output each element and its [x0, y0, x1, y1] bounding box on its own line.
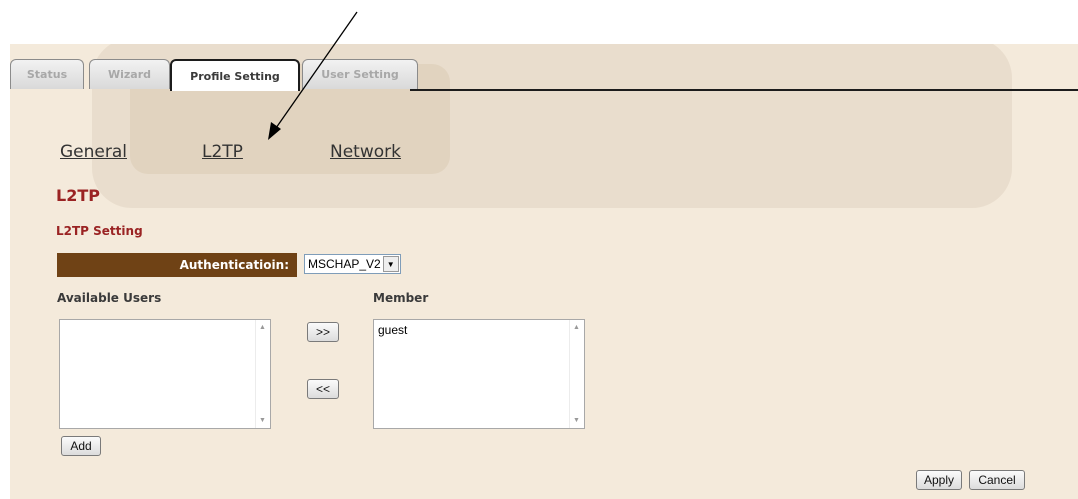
authentication-select[interactable]: MSCHAP_V2 ▼ [304, 254, 401, 274]
available-users-scrollbar[interactable]: ▲ ▼ [255, 320, 270, 428]
list-item[interactable]: guest [374, 320, 584, 340]
apply-button[interactable]: Apply [916, 470, 962, 490]
page-title: L2TP [56, 186, 100, 205]
tab-bar: Status Wizard Profile Setting User Setti… [10, 59, 1078, 91]
authentication-select-value: MSCHAP_V2 [308, 257, 381, 271]
subnav-l2tp[interactable]: L2TP [202, 142, 243, 162]
available-users-list[interactable]: ▲ ▼ [59, 319, 271, 429]
subnav-general[interactable]: General [60, 142, 127, 162]
move-left-button[interactable]: << [307, 379, 339, 399]
subnav-network[interactable]: Network [330, 142, 401, 162]
available-users-label: Available Users [57, 291, 162, 305]
move-right-button[interactable]: >> [307, 322, 339, 342]
tab-wizard[interactable]: Wizard [89, 59, 170, 89]
tab-underline [410, 89, 1078, 91]
chevron-down-icon[interactable]: ▼ [382, 256, 399, 272]
cancel-button[interactable]: Cancel [969, 470, 1025, 490]
add-button[interactable]: Add [61, 436, 101, 456]
tab-status[interactable]: Status [10, 59, 84, 89]
scroll-down-icon[interactable]: ▼ [259, 417, 266, 424]
section-subtitle: L2TP Setting [56, 224, 143, 238]
member-label: Member [373, 291, 429, 305]
authentication-label: Authenticatioin: [57, 253, 297, 277]
scroll-up-icon[interactable]: ▲ [573, 324, 580, 331]
scroll-up-icon[interactable]: ▲ [259, 324, 266, 331]
member-list[interactable]: guest ▲ ▼ [373, 319, 585, 429]
tab-user-setting[interactable]: User Setting [302, 59, 418, 89]
member-scrollbar[interactable]: ▲ ▼ [569, 320, 584, 428]
main-panel: Status Wizard Profile Setting User Setti… [10, 44, 1078, 499]
tab-profile-setting[interactable]: Profile Setting [170, 59, 300, 91]
scroll-down-icon[interactable]: ▼ [573, 417, 580, 424]
